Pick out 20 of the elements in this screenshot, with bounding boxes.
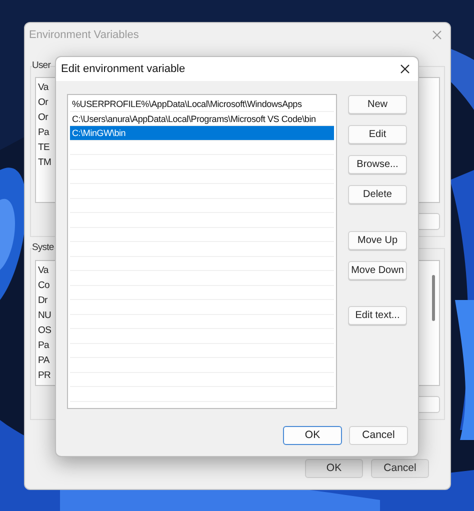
button[interactable]: Delete <box>348 185 407 204</box>
button[interactable]: OK <box>305 459 363 478</box>
list-item[interactable]: C:\MinGW\bin <box>70 126 334 140</box>
close-icon[interactable] <box>400 64 410 74</box>
button[interactable]: OK <box>283 426 342 445</box>
group-label: Syste <box>32 241 54 256</box>
group-label: User <box>32 59 50 73</box>
window-title: Environment Variables <box>29 28 139 43</box>
button[interactable]: Edit <box>348 125 407 144</box>
path-list[interactable]: %USERPROFILE%\AppData\Local\Microsoft\WindowsApps C:\Users\anura\AppData\Local\Programs\Microsoft VS Code\bin C:\MinGW\bin <box>67 94 337 409</box>
button[interactable]: Browse... <box>348 155 407 174</box>
button[interactable]: Move Up <box>348 231 407 250</box>
button[interactable]: Cancel <box>371 459 429 478</box>
button[interactable]: Move Down <box>348 261 407 280</box>
button[interactable]: Cancel <box>349 426 408 445</box>
list-item[interactable]: %USERPROFILE%\AppData\Local\Microsoft\WindowsApps <box>70 97 334 112</box>
dialog-title: Edit environment variable <box>61 62 186 77</box>
button[interactable]: New <box>348 95 407 114</box>
button[interactable]: Edit text... <box>348 306 407 325</box>
scrollbar-thumb[interactable] <box>432 274 435 320</box>
